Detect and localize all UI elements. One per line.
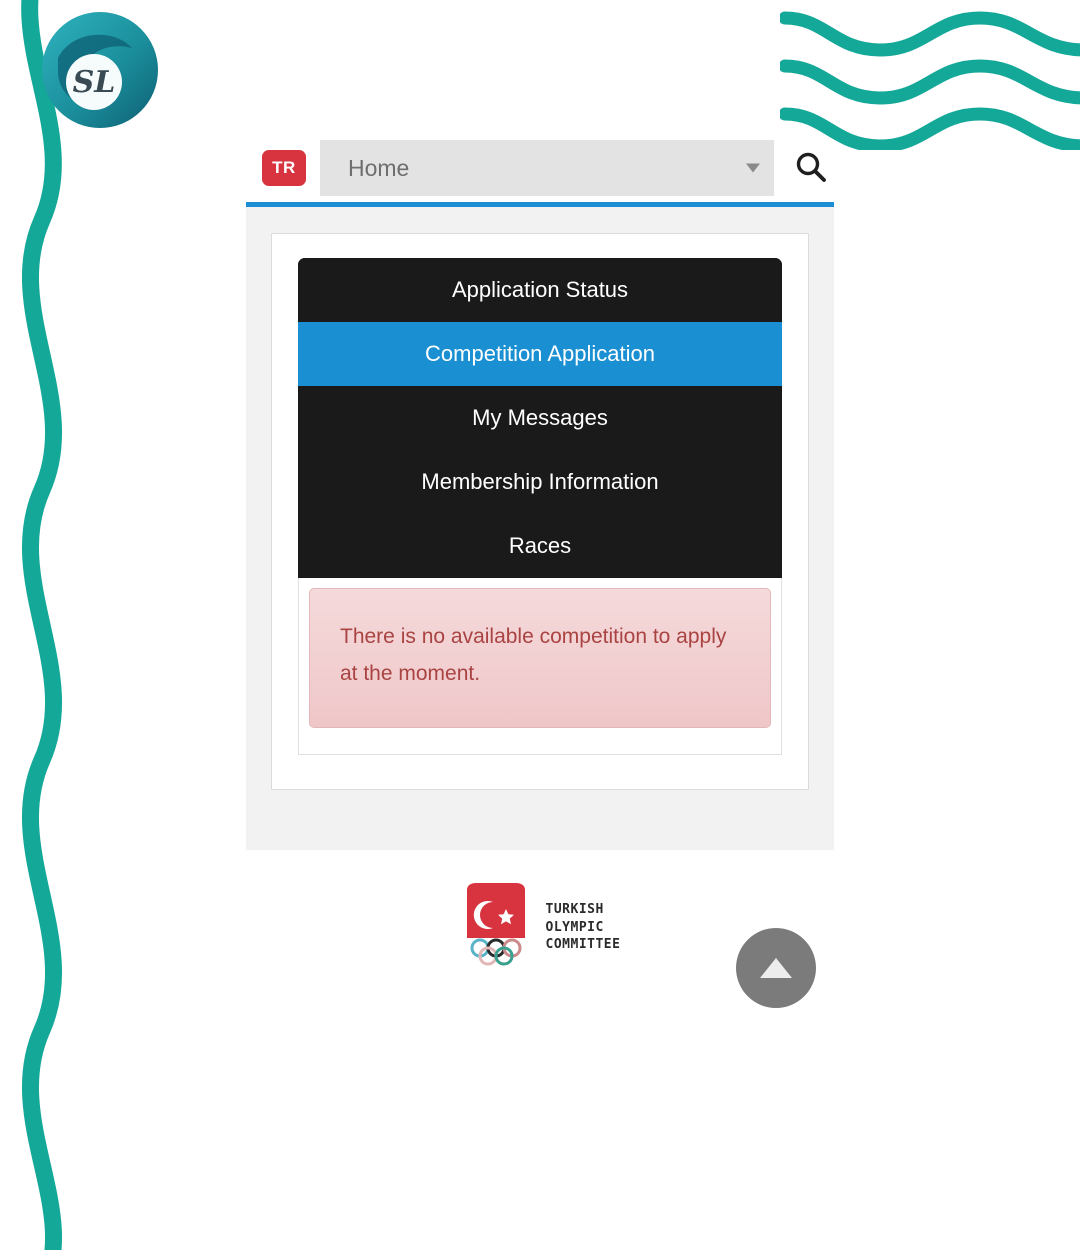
triangle-up-icon bbox=[760, 958, 792, 978]
decor-left-wavy-line bbox=[21, 0, 63, 1250]
menu-item-label: My Messages bbox=[472, 405, 608, 430]
menu-item-races[interactable]: Races bbox=[298, 514, 782, 578]
wordmark-line-3: COMMITTEE bbox=[545, 937, 621, 953]
alert-container: There is no available competition to app… bbox=[298, 578, 782, 755]
menu-item-label: Competition Application bbox=[425, 341, 655, 366]
topbar: TR Home bbox=[246, 140, 834, 202]
content-card: Application Status Competition Applicati… bbox=[271, 233, 809, 790]
sidebar-menu: Application Status Competition Applicati… bbox=[298, 258, 782, 578]
nav-select[interactable]: Home bbox=[320, 140, 774, 196]
alert-no-competition: There is no available competition to app… bbox=[309, 588, 771, 728]
search-button[interactable] bbox=[788, 145, 834, 191]
menu-item-competition-application[interactable]: Competition Application bbox=[298, 322, 782, 386]
menu-item-application-status[interactable]: Application Status bbox=[298, 258, 782, 322]
menu-item-label: Application Status bbox=[451, 277, 629, 302]
wordmark-line-2: OLYMPIC bbox=[545, 919, 604, 935]
olympic-committee-logo[interactable]: TURKISH OLYMPIC COMMITTEE bbox=[460, 880, 621, 976]
app-frame: TR Home Application Status Competition A… bbox=[246, 140, 834, 850]
turkish-olympic-emblem-icon bbox=[464, 881, 527, 976]
scroll-to-top-button[interactable] bbox=[736, 928, 816, 1008]
chevron-down-icon bbox=[746, 163, 760, 173]
brand-monogram: SL bbox=[73, 65, 116, 100]
decor-top-right-waves bbox=[780, 11, 1080, 150]
menu-item-my-messages[interactable]: My Messages bbox=[298, 386, 782, 450]
menu-item-label: Membership Information bbox=[421, 469, 659, 494]
wordmark-line-1: TURKISH bbox=[545, 901, 604, 917]
menu-item-membership-information[interactable]: Membership Information bbox=[298, 450, 782, 514]
brand-logo[interactable]: SL bbox=[36, 6, 164, 134]
search-icon bbox=[796, 152, 826, 182]
menu-item-label: Races bbox=[508, 533, 572, 558]
nav-select-value: Home bbox=[348, 154, 410, 181]
page-shell: Application Status Competition Applicati… bbox=[246, 202, 834, 850]
olympic-committee-wordmark: TURKISH OLYMPIC COMMITTEE bbox=[545, 901, 621, 954]
language-badge-tr[interactable]: TR bbox=[262, 150, 306, 186]
